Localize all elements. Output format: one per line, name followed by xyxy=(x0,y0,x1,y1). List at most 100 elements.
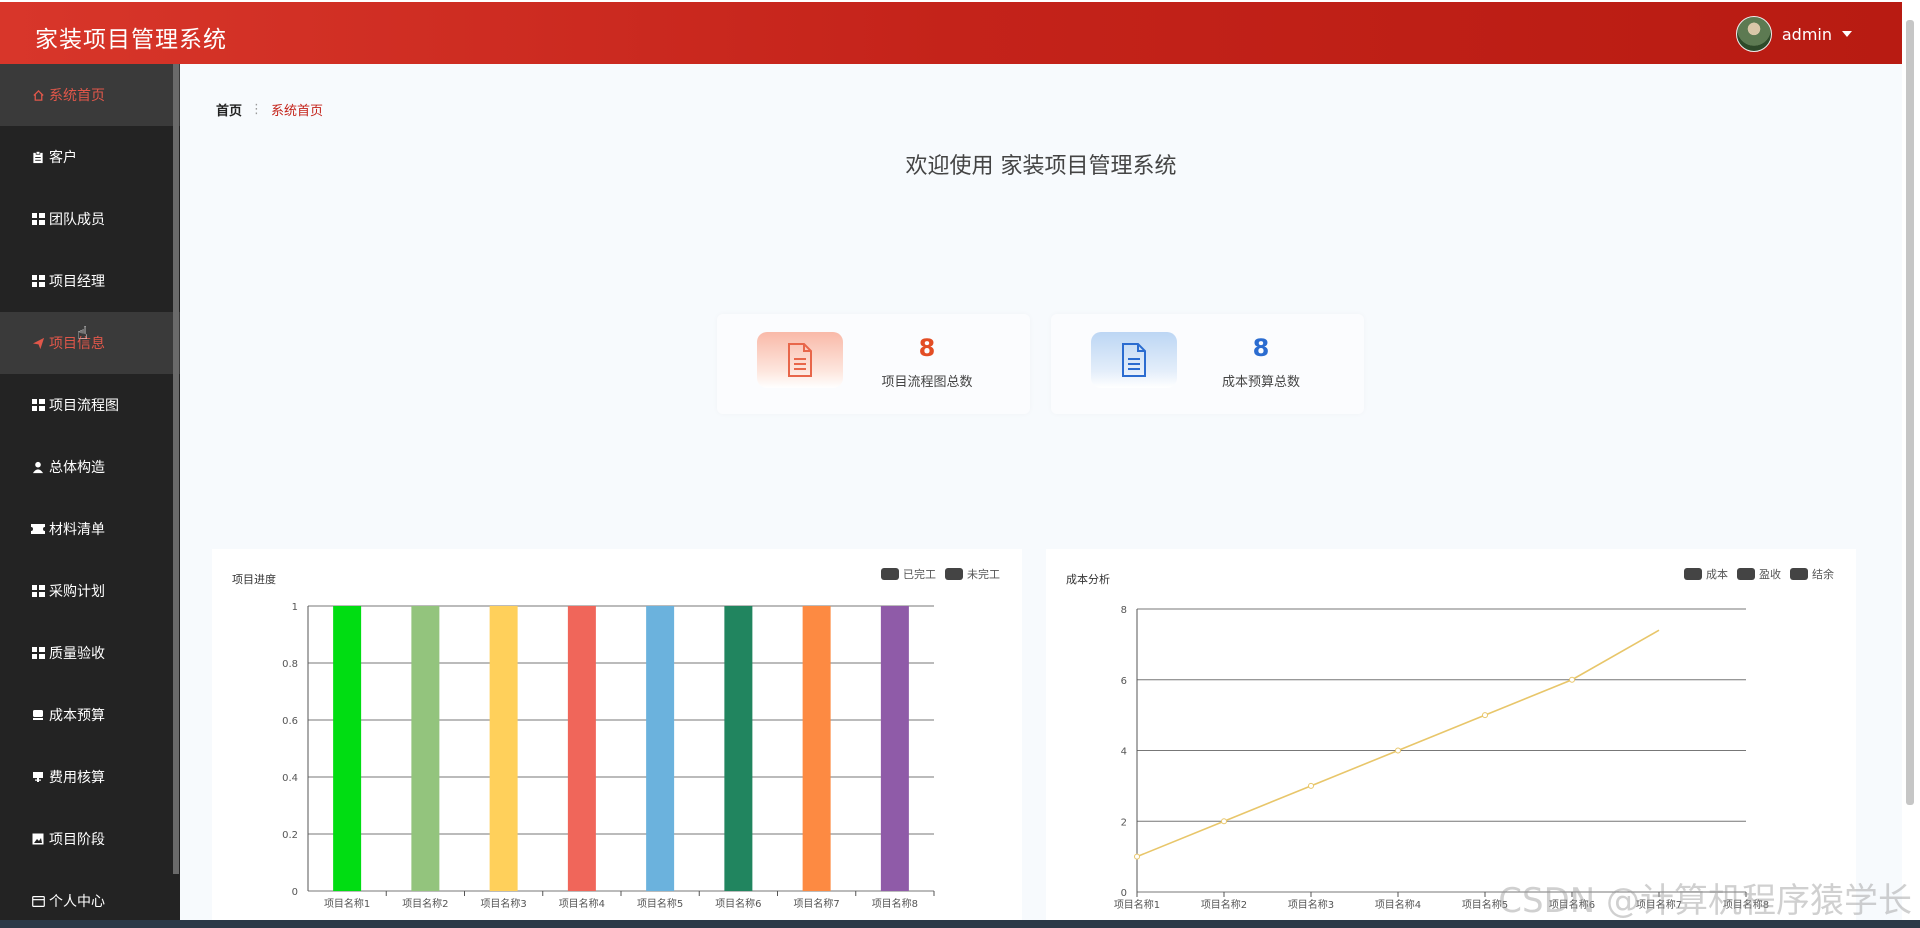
data-point xyxy=(1221,818,1227,825)
main-content: 首页 ⋮ 系统首页 欢迎使用 家装项目管理系统 8 项目流程图总数 8 成本预算… xyxy=(180,64,1902,920)
stat-label: 成本预算总数 xyxy=(1221,375,1300,390)
grid-icon xyxy=(31,398,45,412)
x-tick-label: 项目名称2 xyxy=(402,897,448,910)
y-tick-label: 0.4 xyxy=(282,773,298,784)
stat-card-cost-budget: 8 成本预算总数 xyxy=(1051,314,1364,414)
chart-card-project-progress: 项目进度 已完工 未完工 0 0.2 0.4 0.6 0.8 1 项目名称1 项目名称2 项目名… xyxy=(212,549,1022,920)
bar xyxy=(802,606,831,891)
x-tick-label: 项目名称4 xyxy=(1375,898,1421,911)
line-chart: 02468项目名称1 项目名称2 项目名称3 项目名称4 项目名称5 项目名称6 项目名称7… xyxy=(1114,605,1769,911)
breadcrumb-current: 系统首页 xyxy=(271,104,324,119)
ticket-icon xyxy=(31,522,45,536)
x-tick-label: 项目名称5 xyxy=(637,897,683,910)
y-tick-label: 0.2 xyxy=(282,830,298,841)
sidebar-item-label: 总体构造 xyxy=(49,460,105,476)
x-tick-label: 项目名称7 xyxy=(793,897,839,910)
document-icon xyxy=(757,332,843,388)
sidebar-item-project-manager[interactable]: 项目经理 xyxy=(0,250,180,312)
sidebar-item-label: 项目阶段 xyxy=(49,832,105,848)
sidebar-item-label: 采购计划 xyxy=(49,584,105,600)
sidebar: 系统首页 客户 团队成员 项目经理 项目信息 项目流程图 总体构造 材料清单 采… xyxy=(0,64,180,920)
x-tick-label: 项目名称4 xyxy=(559,897,605,910)
image-icon xyxy=(31,832,45,846)
caret-down-icon[interactable] xyxy=(1842,31,1852,37)
avatar[interactable] xyxy=(1735,16,1772,52)
grid-icon xyxy=(31,274,45,288)
grid-icon xyxy=(31,212,45,226)
sidebar-item-overall-structure[interactable]: 总体构造 xyxy=(0,436,180,498)
breadcrumb: 首页 ⋮ 系统首页 xyxy=(216,100,323,119)
breadcrumb-separator: ⋮ xyxy=(250,102,264,117)
taskbar-strip xyxy=(0,920,1920,928)
bar-chart: 0 0.2 0.4 0.6 0.8 1 项目名称1 项目名称2 项目名称3 项目名称4 项目名称5 项… xyxy=(282,602,935,910)
sidebar-item-project-phase[interactable]: 项目阶段 xyxy=(0,808,180,870)
x-tick-label: 项目名称6 xyxy=(715,897,761,910)
sidebar-item-purchase-plan[interactable]: 采购计划 xyxy=(0,560,180,622)
grid-icon xyxy=(31,584,45,598)
watermark: CSDN @计算机程序猿学长 xyxy=(1498,881,1912,921)
sidebar-item-project-info[interactable]: 项目信息 xyxy=(0,312,180,374)
y-tick-label: 6 xyxy=(1121,676,1127,687)
sidebar-item-project-flowchart[interactable]: 项目流程图 xyxy=(0,374,180,436)
top-bar: 家装项目管理系统 admin xyxy=(0,2,1902,64)
hand-cursor-icon: ☝ xyxy=(77,323,88,344)
y-tick-label: 0.6 xyxy=(282,716,298,727)
clipboard-icon xyxy=(31,150,45,164)
sidebar-item-customer[interactable]: 客户 xyxy=(0,126,180,188)
sidebar-item-label: 系统首页 xyxy=(49,88,105,104)
breadcrumb-home[interactable]: 首页 xyxy=(216,100,242,119)
x-tick-label: 项目名称1 xyxy=(1114,898,1160,911)
user-menu[interactable]: admin xyxy=(1735,16,1852,52)
y-tick-label: 0 xyxy=(292,887,298,898)
bar xyxy=(333,606,362,891)
stat-label: 项目流程图总数 xyxy=(881,375,973,390)
series-line xyxy=(1136,629,1660,858)
x-tick-label: 项目名称2 xyxy=(1201,898,1247,911)
user-icon xyxy=(31,460,45,474)
sidebar-item-personal-center[interactable]: 个人中心 xyxy=(0,870,180,920)
x-tick-label: 项目名称3 xyxy=(1288,898,1334,911)
sidebar-item-label: 材料清单 xyxy=(49,522,105,538)
sidebar-item-label: 质量验收 xyxy=(49,646,105,662)
user-name[interactable]: admin xyxy=(1782,25,1832,44)
document-icon xyxy=(1091,332,1177,388)
stat-card-flowchart: 8 项目流程图总数 xyxy=(717,314,1030,414)
stat-value: 8 xyxy=(918,334,936,362)
main-scrollbar[interactable] xyxy=(1906,20,1914,805)
y-tick-label: 4 xyxy=(1121,747,1127,758)
home-icon xyxy=(31,88,45,102)
stat-value: 8 xyxy=(1252,334,1270,362)
bar xyxy=(724,606,753,891)
data-point xyxy=(1134,853,1140,860)
data-point xyxy=(1569,676,1575,683)
send-icon xyxy=(31,336,45,350)
y-tick-label: 8 xyxy=(1121,605,1127,616)
x-tick-label: 项目名称1 xyxy=(324,897,370,910)
data-point xyxy=(1482,712,1488,719)
y-tick-label: 1 xyxy=(292,602,298,613)
sidebar-item-label: 成本预算 xyxy=(49,708,105,724)
app-title: 家装项目管理系统 xyxy=(35,27,227,53)
sidebar-item-team-members[interactable]: 团队成员 xyxy=(0,188,180,250)
y-tick-label: 2 xyxy=(1121,817,1127,828)
yen-icon xyxy=(31,770,45,784)
sidebar-scrollbar[interactable] xyxy=(173,64,179,874)
sidebar-item-label: 个人中心 xyxy=(49,894,105,910)
sidebar-item-home[interactable]: 系统首页 xyxy=(0,64,180,126)
sidebar-item-material-list[interactable]: 材料清单 xyxy=(0,498,180,560)
x-tick-label: 项目名称8 xyxy=(872,897,918,910)
sidebar-item-quality-acceptance[interactable]: 质量验收 xyxy=(0,622,180,684)
data-point xyxy=(1395,747,1401,754)
bar xyxy=(567,606,596,891)
bar xyxy=(411,606,440,891)
bar xyxy=(880,606,909,891)
sidebar-item-expense-accounting[interactable]: 费用核算 xyxy=(0,746,180,808)
sidebar-item-label: 客户 xyxy=(49,150,77,166)
sidebar-item-label: 费用核算 xyxy=(49,770,105,786)
welcome-title: 欢迎使用 家装项目管理系统 xyxy=(905,154,1177,179)
y-tick-label: 0.8 xyxy=(282,659,298,670)
sidebar-item-cost-budget[interactable]: 成本预算 xyxy=(0,684,180,746)
sidebar-item-label: 团队成员 xyxy=(49,212,105,228)
chart-card-cost-analysis: 成本分析 成本 盈收 结余 0 2 4 6 8 项目名称1 项目名称2 项目名称3 项目名称4 项… xyxy=(1046,549,1856,920)
sidebar-item-label: 项目经理 xyxy=(49,274,105,290)
